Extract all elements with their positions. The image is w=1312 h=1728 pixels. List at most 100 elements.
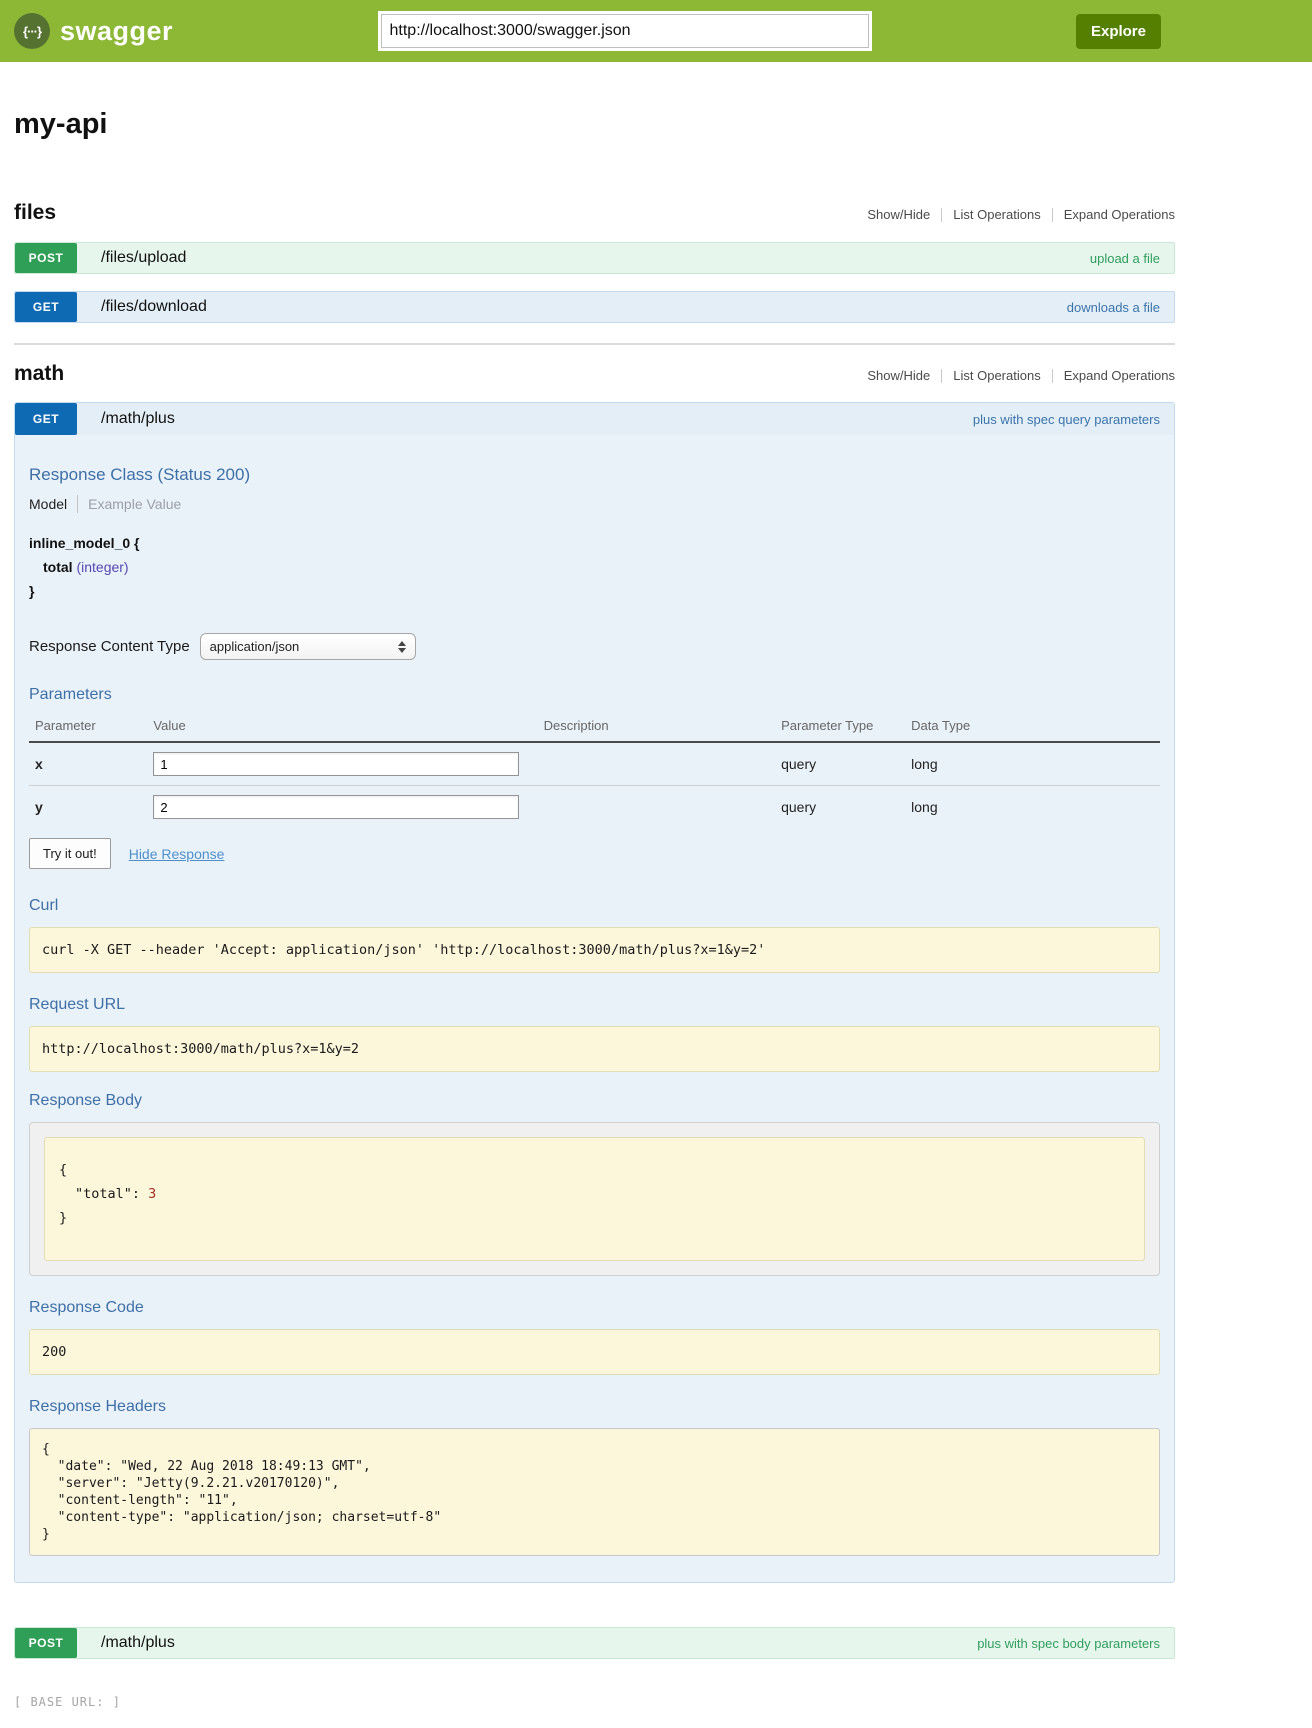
parameter-name: y	[29, 786, 153, 829]
request-url-heading: Request URL	[29, 996, 1160, 1014]
endpoint-row-post-math-plus[interactable]: POST /math/plus plus with spec body para…	[14, 1627, 1175, 1659]
endpoint-row-post-files-upload[interactable]: POST /files/upload upload a file	[14, 242, 1175, 274]
response-body-container: {"total": 3}	[29, 1122, 1160, 1276]
col-parameter-type: Parameter Type	[781, 710, 911, 742]
request-url-value: http://localhost:3000/math/plus?x=1&y=2	[29, 1026, 1160, 1072]
response-body-json: {"total": 3}	[44, 1137, 1145, 1261]
curl-command: curl -X GET --header 'Accept: applicatio…	[29, 927, 1160, 973]
model-declaration: inline_model_0 {	[29, 531, 1160, 555]
response-code-value: 200	[29, 1329, 1160, 1375]
operation-detail-panel: Response Class (Status 200) Model Exampl…	[15, 435, 1174, 1582]
resource-header-files: files Show/Hide List Operations Expand O…	[14, 201, 1175, 225]
response-class-heading: Response Class (Status 200)	[29, 465, 1160, 485]
endpoint-summary[interactable]: plus with spec body parameters	[977, 1636, 1160, 1651]
parameter-y-input[interactable]	[153, 795, 519, 819]
link-separator	[1052, 208, 1053, 222]
col-parameter: Parameter	[29, 710, 153, 742]
response-content-type-select[interactable]: application/json	[200, 633, 416, 660]
curl-heading: Curl	[29, 897, 1160, 915]
operation-block-get-math-plus: GET /math/plus plus with spec query para…	[14, 402, 1175, 1583]
parameter-name: x	[29, 742, 153, 786]
swagger-braces-icon: {···}	[14, 13, 50, 49]
top-bar: {···} swagger Explore	[0, 0, 1312, 62]
resource-title-math[interactable]: math	[14, 362, 64, 386]
endpoint-summary[interactable]: upload a file	[1090, 251, 1160, 266]
json-open-brace: {	[59, 1158, 1130, 1182]
swagger-logo[interactable]: {···} swagger	[14, 13, 173, 49]
page-title: my-api	[14, 108, 1175, 141]
show-hide-link[interactable]: Show/Hide	[867, 207, 930, 222]
method-badge-post: POST	[15, 1628, 77, 1658]
method-badge-get: GET	[15, 292, 77, 322]
expand-operations-link[interactable]: Expand Operations	[1064, 207, 1175, 222]
parameter-data-type: long	[911, 742, 1160, 786]
endpoint-summary[interactable]: downloads a file	[1067, 300, 1160, 315]
col-data-type: Data Type	[911, 710, 1160, 742]
hide-response-link[interactable]: Hide Response	[129, 846, 225, 862]
response-headers-heading: Response Headers	[29, 1398, 1160, 1416]
tab-example-value[interactable]: Example Value	[88, 496, 181, 512]
link-separator	[941, 369, 942, 383]
endpoint-summary[interactable]: plus with spec query parameters	[973, 412, 1160, 427]
link-separator	[1052, 369, 1053, 383]
parameter-row-x: x query long	[29, 742, 1160, 786]
explore-button[interactable]: Explore	[1076, 14, 1161, 49]
list-operations-link[interactable]: List Operations	[953, 207, 1040, 222]
parameter-data-type: long	[911, 786, 1160, 829]
parameters-header-row: Parameter Value Description Parameter Ty…	[29, 710, 1160, 742]
response-content-type-label: Response Content Type	[29, 638, 190, 655]
resource-title-files[interactable]: files	[14, 201, 56, 225]
resource-header-math: math Show/Hide List Operations Expand Op…	[14, 362, 1175, 386]
col-value: Value	[153, 710, 543, 742]
model-property: total (integer)	[29, 555, 1160, 579]
parameter-type: query	[781, 742, 911, 786]
parameter-row-y: y query long	[29, 786, 1160, 829]
resource-controls-files: Show/Hide List Operations Expand Operati…	[867, 207, 1175, 222]
list-operations-link[interactable]: List Operations	[953, 368, 1040, 383]
base-url-footer: [ BASE URL: ]	[14, 1695, 1175, 1709]
response-content-type-value: application/json	[210, 639, 300, 654]
show-hide-link[interactable]: Show/Hide	[867, 368, 930, 383]
tab-model[interactable]: Model	[29, 496, 67, 512]
model-signature: inline_model_0 { total (integer) }	[29, 531, 1160, 603]
resource-section-files: files Show/Hide List Operations Expand O…	[14, 201, 1175, 323]
try-it-out-row: Try it out! Hide Response	[29, 838, 1160, 869]
model-close-brace: }	[29, 579, 1160, 603]
api-url-input[interactable]	[381, 14, 869, 48]
main-content: my-api files Show/Hide List Operations E…	[14, 108, 1175, 1709]
json-value: 3	[148, 1186, 156, 1202]
endpoint-path[interactable]: /files/download	[101, 298, 207, 316]
parameter-type: query	[781, 786, 911, 829]
tab-separator	[77, 495, 78, 513]
link-separator	[941, 208, 942, 222]
endpoint-path[interactable]: /files/upload	[101, 249, 186, 267]
endpoint-path[interactable]: /math/plus	[101, 410, 175, 428]
col-description: Description	[544, 710, 782, 742]
response-code-heading: Response Code	[29, 1299, 1160, 1317]
method-badge-post: POST	[15, 243, 77, 273]
parameters-heading: Parameters	[29, 686, 1160, 704]
resource-section-math: math Show/Hide List Operations Expand Op…	[14, 362, 1175, 1659]
model-tabs: Model Example Value	[29, 495, 1160, 513]
parameters-table: Parameter Value Description Parameter Ty…	[29, 710, 1160, 828]
endpoint-row-get-math-plus[interactable]: GET /math/plus plus with spec query para…	[15, 403, 1174, 435]
resource-controls-math: Show/Hide List Operations Expand Operati…	[867, 368, 1175, 383]
parameter-x-input[interactable]	[153, 752, 519, 776]
expand-operations-link[interactable]: Expand Operations	[1064, 368, 1175, 383]
method-badge-get: GET	[15, 403, 77, 435]
parameter-description	[544, 742, 782, 786]
parameter-description	[544, 786, 782, 829]
try-it-out-button[interactable]: Try it out!	[29, 838, 111, 869]
endpoint-row-get-files-download[interactable]: GET /files/download downloads a file	[14, 291, 1175, 323]
response-content-type-row: Response Content Type application/json	[29, 633, 1160, 660]
model-property-type: (integer)	[76, 559, 128, 575]
json-total-line: "total": 3	[59, 1182, 1130, 1206]
json-key: "total":	[75, 1186, 148, 1202]
model-property-name: total	[43, 559, 73, 575]
json-close-brace: }	[59, 1206, 1130, 1230]
api-url-wrap	[173, 14, 1076, 48]
brand-title: swagger	[60, 16, 173, 47]
endpoint-path[interactable]: /math/plus	[101, 1634, 175, 1652]
response-body-heading: Response Body	[29, 1092, 1160, 1110]
select-arrows-icon	[398, 641, 406, 653]
